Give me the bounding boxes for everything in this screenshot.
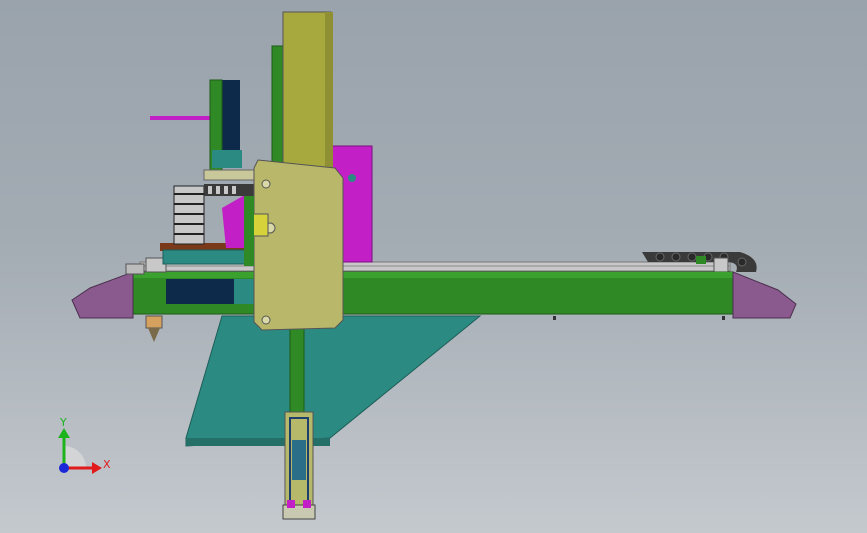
z-axis-lower-shaft	[289, 325, 305, 417]
y-axis-arrow-icon	[58, 428, 70, 438]
triad-y-label: Y	[59, 416, 67, 429]
triad-x-label: X	[103, 458, 111, 471]
beam-motor	[166, 279, 238, 304]
gantry-robot-model[interactable]: Y X	[0, 0, 867, 533]
cad-viewport[interactable]: Y X	[0, 0, 867, 533]
base-plate	[185, 315, 482, 447]
z-axis-dot-icon	[59, 463, 69, 473]
upper-arm	[150, 116, 216, 120]
x-axis-arrow-icon	[92, 462, 102, 474]
left-end-cap	[71, 271, 134, 319]
coordinate-triad: Y X	[58, 416, 111, 474]
tool-nozzle	[145, 315, 163, 329]
right-end-cap	[732, 271, 797, 319]
